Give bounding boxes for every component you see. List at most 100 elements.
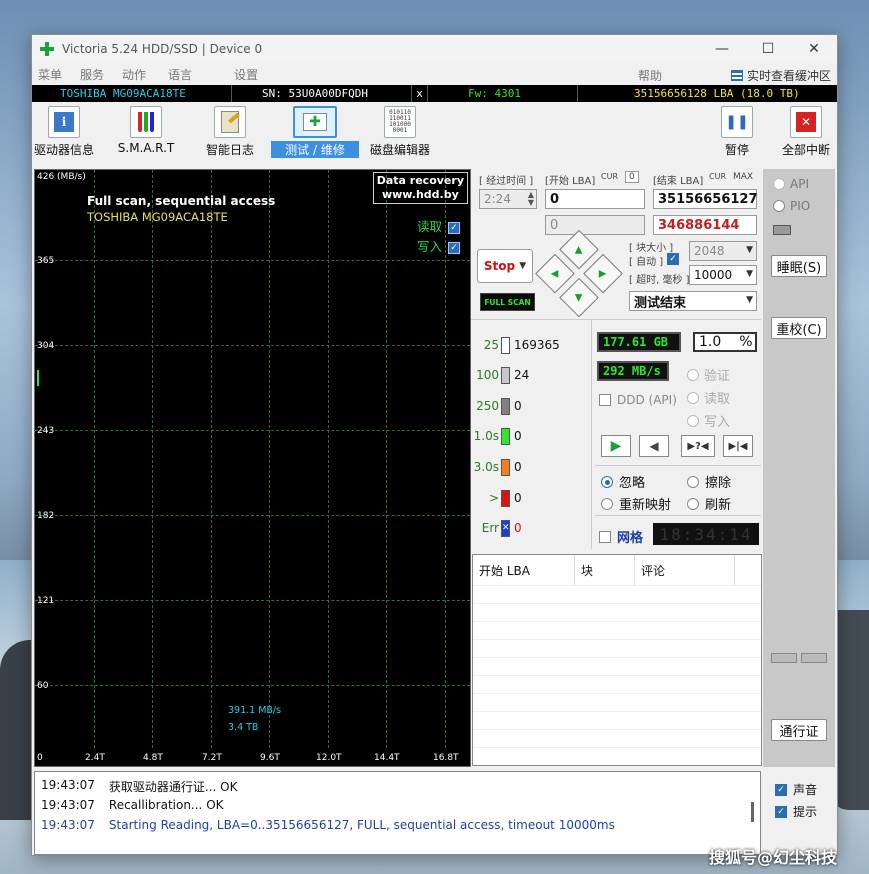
- histogram-row: 25 169365: [471, 335, 591, 355]
- clock-display: 18:34:14: [653, 523, 759, 545]
- max-label[interactable]: MAX: [733, 172, 753, 182]
- menu-service[interactable]: 服务: [80, 66, 116, 83]
- small-button[interactable]: [771, 653, 797, 663]
- start-lba-secondary: 0: [545, 215, 645, 235]
- drive-info-bar: TOSHIBA MG09ACA18TE SN: 53U0A00DFQDH x F…: [32, 85, 837, 102]
- abort-button[interactable]: ✕ 全部中断: [778, 106, 834, 158]
- start-cur-value[interactable]: 0: [625, 171, 639, 183]
- table-row: [473, 621, 761, 639]
- promo-line: www.hdd.by: [381, 188, 459, 201]
- remap-label: 重新映射: [619, 498, 672, 513]
- histogram-row: Err ✕ 0: [471, 518, 591, 538]
- drive-info-button[interactable]: i 驱动器信息: [34, 106, 94, 158]
- end-lba-input[interactable]: 35156656127: [653, 189, 758, 209]
- write-toggle[interactable]: 写入 ✓: [417, 236, 460, 255]
- percent-value: 1.0: [699, 334, 722, 350]
- butterfly-icon: ▶|◀: [728, 440, 748, 452]
- play-button[interactable]: ▶: [601, 435, 631, 457]
- histogram-count: 0: [514, 460, 522, 474]
- column-header[interactable]: 评论: [635, 555, 735, 585]
- small-button[interactable]: [801, 653, 827, 663]
- minimize-button[interactable]: —: [699, 35, 745, 63]
- random-seek-button[interactable]: ▶?◀: [681, 435, 715, 457]
- x-tick-label: 16.8T: [433, 753, 459, 763]
- menu-language[interactable]: 语言: [168, 66, 204, 83]
- radio-icon: [773, 178, 785, 190]
- log-entry: 19:43:07 获取驱动器通行证... OK: [41, 778, 237, 795]
- smart-button[interactable]: S.M.A.R.T: [116, 106, 176, 155]
- menu-settings[interactable]: 设置: [234, 66, 270, 83]
- hints-toggle[interactable]: ✓ 提示: [775, 803, 817, 820]
- smart-log-button[interactable]: 智能日志: [200, 106, 260, 158]
- close-drive-button[interactable]: x: [412, 85, 428, 102]
- column-header[interactable]: 块: [575, 555, 635, 585]
- histogram-count: 0: [514, 399, 522, 413]
- grid-toggle[interactable]: 网格: [599, 527, 643, 546]
- read-toggle[interactable]: 读取 ✓: [417, 216, 460, 235]
- graph-title: Full scan, sequential access: [87, 194, 276, 208]
- column-header[interactable]: 开始 LBA: [473, 555, 575, 585]
- pio-option[interactable]: PIO: [773, 199, 810, 213]
- end-cur-label[interactable]: CUR: [709, 172, 726, 181]
- x-tick-label: 14.4T: [374, 753, 400, 763]
- table-row: [473, 585, 761, 603]
- graph-subtitle: TOSHIBA MG09ACA18TE: [87, 210, 228, 224]
- pause-icon: ❚❚: [721, 106, 753, 138]
- api-option[interactable]: API: [773, 177, 809, 191]
- reverse-button[interactable]: ◀: [639, 435, 669, 457]
- smart-label: S.M.A.R.T: [117, 141, 175, 155]
- sound-toggle[interactable]: ✓ 声音: [775, 781, 817, 798]
- checkbox-checked-icon: ✓: [775, 783, 787, 796]
- data-recovery-link[interactable]: Data recovery www.hdd.by: [372, 172, 468, 204]
- grid-line: [94, 170, 95, 748]
- ignore-option[interactable]: 忽略: [601, 472, 645, 491]
- butterfly-button[interactable]: ▶|◀: [723, 435, 753, 457]
- elapsed-label: [ 经过时间 ]: [479, 176, 534, 187]
- full-scan-button[interactable]: FULL SCAN: [480, 293, 535, 311]
- remap-option[interactable]: 重新映射: [601, 494, 671, 513]
- read-option[interactable]: 读取: [687, 388, 730, 407]
- ddd-toggle[interactable]: DDD (API): [599, 393, 677, 407]
- log-scrollbar[interactable]: [751, 802, 754, 822]
- toolbar: i 驱动器信息 S.M.A.R.T 智能日志 ✚ 测试 / 维修 010110 1…: [32, 102, 837, 160]
- status-select[interactable]: 测试结束 ▼: [629, 291, 757, 311]
- progress-percent: 1.0%: [693, 332, 757, 352]
- buffer-view-button[interactable]: 实时查看缓冲区: [730, 67, 831, 84]
- sound-label: 声音: [793, 783, 818, 797]
- menu-help[interactable]: 帮助: [638, 67, 662, 84]
- start-lba-input[interactable]: 0: [545, 189, 645, 209]
- maximize-button[interactable]: ☐: [745, 35, 791, 63]
- test-repair-button[interactable]: ✚ 测试 / 维修: [270, 106, 360, 158]
- scanned-size: 177.61 GB: [597, 332, 681, 352]
- histogram-row: 3.0s 0: [471, 457, 591, 477]
- drive-info-label: 驱动器信息: [34, 143, 95, 157]
- arrow-down-icon: ▼: [575, 292, 583, 304]
- auto-checkbox[interactable]: ✓: [667, 253, 679, 265]
- write-option[interactable]: 写入: [687, 411, 730, 430]
- stop-button[interactable]: Stop ▼: [477, 249, 533, 283]
- y-axis-max: 426 (MB/s): [37, 172, 86, 182]
- abort-x-icon: ✕: [790, 106, 822, 138]
- buffer-icon: [730, 70, 743, 81]
- histogram-row: 100 24: [471, 365, 591, 385]
- promo-line: Data recovery: [376, 174, 464, 187]
- recalibrate-button[interactable]: 重校(C): [771, 317, 827, 339]
- histogram-row: >0: [471, 488, 591, 508]
- radio-icon: [687, 368, 699, 381]
- erase-option[interactable]: 擦除: [687, 472, 731, 491]
- verify-option[interactable]: 验证: [687, 365, 730, 384]
- passport-button[interactable]: 通行证: [771, 719, 827, 741]
- elapsed-time: 2:24 ▲ ▼: [479, 189, 537, 209]
- pause-button[interactable]: ❚❚ 暂停: [712, 106, 762, 158]
- close-button[interactable]: ✕: [791, 35, 837, 63]
- test-tubes-icon: [130, 106, 162, 138]
- timeout-select[interactable]: 10000 ▼: [689, 265, 757, 285]
- menu-menu[interactable]: 菜单: [38, 66, 74, 83]
- sleep-button[interactable]: 睡眠(S): [771, 255, 827, 277]
- ddd-label: DDD (API): [617, 393, 677, 407]
- menu-action[interactable]: 动作: [122, 66, 158, 83]
- block-size-select[interactable]: 2048 ▼: [689, 241, 757, 261]
- refresh-option[interactable]: 刷新: [687, 494, 731, 513]
- disk-editor-button[interactable]: 010110 110011 101000 0001 磁盘编辑器: [368, 106, 432, 158]
- drive-model: TOSHIBA MG09ACA18TE: [32, 85, 232, 102]
